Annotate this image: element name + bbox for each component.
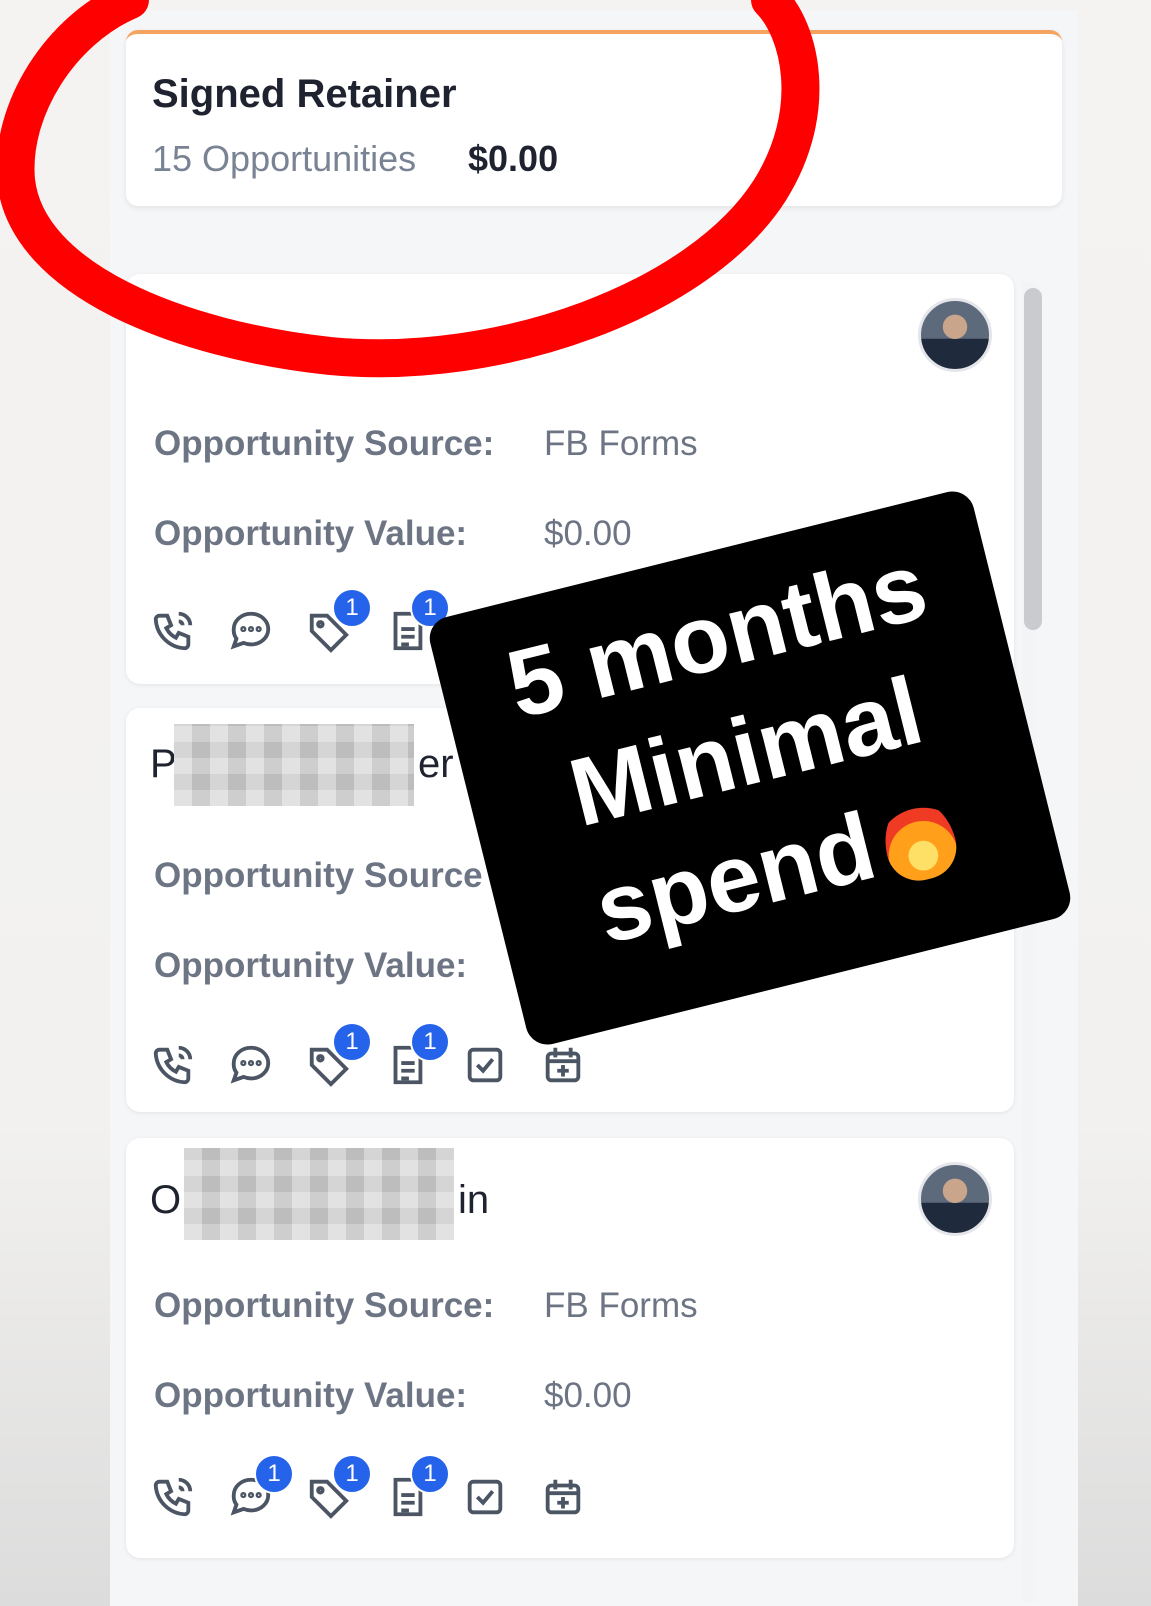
obscured-name <box>266 304 506 374</box>
message-icon[interactable] <box>228 608 280 660</box>
obscured-name <box>184 1148 454 1240</box>
note-icon[interactable]: 1 <box>384 1022 450 1094</box>
note-icon[interactable]: 1 <box>384 1454 450 1526</box>
opportunity-value-value: $0.00 <box>544 1376 632 1415</box>
opportunity-value-value: $0.00 <box>544 514 632 553</box>
card-actions: 1 1 <box>150 1022 710 1102</box>
calendar-icon[interactable] <box>540 1474 592 1526</box>
stage-total-value: $0.00 <box>468 138 559 179</box>
note-count-badge: 1 <box>410 1022 450 1062</box>
opportunity-value-label: Opportunity Value: <box>154 1376 468 1415</box>
scrollbar-thumb[interactable] <box>1024 288 1042 630</box>
stage-header: Signed Retainer 15 Opportunities $0.00 <box>126 30 1062 206</box>
task-icon[interactable] <box>462 1042 514 1094</box>
opportunity-source-value: FB Forms <box>544 1286 698 1325</box>
opportunity-card[interactable]: O in Opportunity Source: FB Forms Opport… <box>126 1138 1014 1558</box>
card-name-suffix: er <box>418 742 454 786</box>
opportunity-source-label: Opportunity Source: <box>154 424 495 463</box>
opportunity-source-label: Opportunity Source <box>154 856 483 895</box>
tag-icon[interactable]: 1 <box>306 588 372 660</box>
avatar[interactable] <box>918 298 992 372</box>
note-icon[interactable]: 1 <box>384 588 450 660</box>
tag-count-badge: 1 <box>332 1022 372 1062</box>
obscured-name <box>174 724 414 806</box>
card-name-prefix: O <box>150 1178 182 1222</box>
stage-title: Signed Retainer <box>152 72 457 116</box>
phone-icon[interactable] <box>150 1042 202 1094</box>
message-icon[interactable] <box>228 1042 280 1094</box>
opportunity-value-label: Opportunity Value: <box>154 946 468 985</box>
card-actions: 1 1 1 <box>150 1454 710 1534</box>
message-icon[interactable]: 1 <box>228 1454 294 1526</box>
card-name-prefix: P <box>150 742 177 786</box>
tag-count-badge: 1 <box>332 588 372 628</box>
phone-icon[interactable] <box>150 608 202 660</box>
tag-icon[interactable]: 1 <box>306 1022 372 1094</box>
calendar-icon[interactable] <box>540 1042 592 1094</box>
stage-opportunity-count: 15 Opportunities <box>152 138 417 179</box>
opportunity-value-label: Opportunity Value: <box>154 514 468 553</box>
fire-icon <box>876 792 964 887</box>
note-count-badge: 1 <box>410 1454 450 1494</box>
avatar[interactable] <box>918 1162 992 1236</box>
opportunity-source-value: FB Forms <box>544 424 698 463</box>
card-name-suffix: in <box>458 1178 490 1222</box>
task-icon[interactable] <box>462 1474 514 1526</box>
message-count-badge: 1 <box>254 1454 294 1494</box>
tag-icon[interactable]: 1 <box>306 1454 372 1526</box>
tag-count-badge: 1 <box>332 1454 372 1494</box>
opportunity-source-label: Opportunity Source: <box>154 1286 495 1325</box>
phone-icon[interactable] <box>150 1474 202 1526</box>
